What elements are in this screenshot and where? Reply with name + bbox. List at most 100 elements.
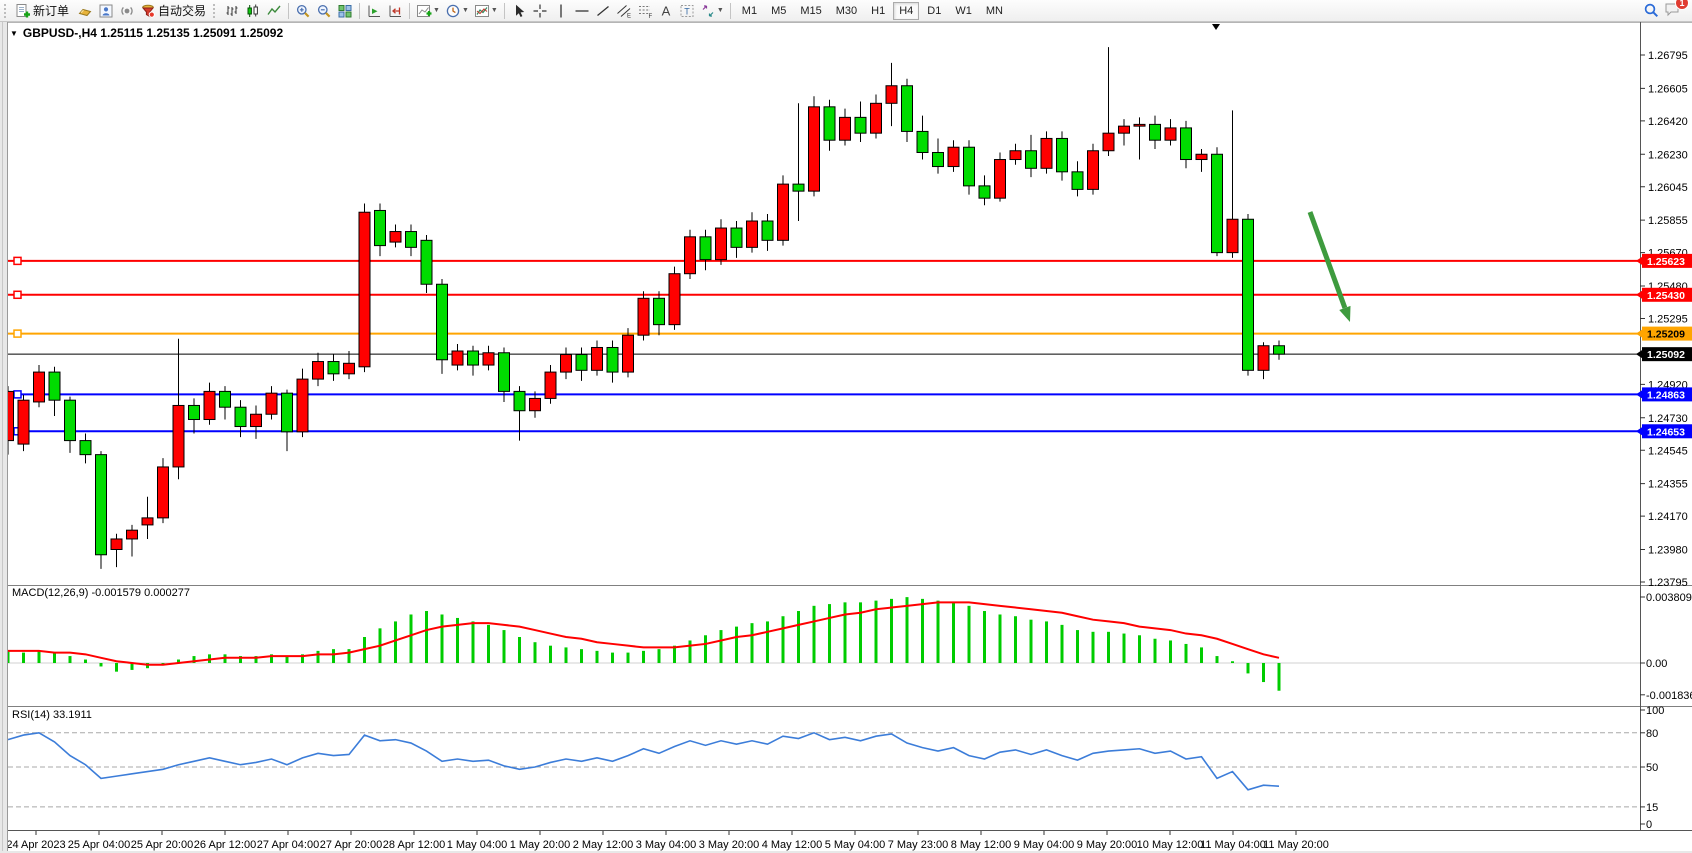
svg-text:7 May 23:00: 7 May 23:00 [888, 839, 949, 851]
cursor-arrow-icon [511, 3, 527, 19]
macd-indicator-label: MACD(12,26,9) -0.001579 0.000277 [12, 587, 190, 599]
signals-icon [119, 3, 135, 19]
svg-text:1.25092: 1.25092 [1647, 349, 1685, 361]
tile-windows-button[interactable] [335, 1, 355, 21]
timeframe-button-H4[interactable]: H4 [893, 2, 919, 20]
trendline-button[interactable] [593, 1, 613, 21]
gold-tool-button[interactable] [75, 1, 95, 21]
line-handle [14, 330, 21, 337]
svg-text:8 May 12:00: 8 May 12:00 [951, 839, 1012, 851]
profile-icon [98, 3, 114, 19]
chart-title: ▼ GBPUSD-,H4 1.25115 1.25135 1.25091 1.2… [10, 26, 283, 40]
svg-text:10 May 12:00: 10 May 12:00 [1137, 839, 1204, 851]
svg-text:3 May 20:00: 3 May 20:00 [699, 839, 760, 851]
svg-text:4 May 12:00: 4 May 12:00 [762, 839, 823, 851]
toolbar-separator [409, 3, 410, 19]
equidistant-channel-icon: E [616, 3, 632, 19]
auto-scroll-button[interactable] [364, 1, 384, 21]
price-chart-canvas[interactable]: 1.267951.266051.264201.262301.260451.258… [0, 22, 1692, 853]
svg-text:80: 80 [1646, 728, 1658, 740]
line-chart-icon [266, 3, 282, 19]
chart-title-text: GBPUSD-,H4 1.25115 1.25135 1.25091 1.250… [23, 26, 283, 40]
zoom-in-icon [295, 3, 311, 19]
cursor-button[interactable] [509, 1, 529, 21]
indicators-button[interactable]: ▼ [414, 1, 442, 21]
dropdown-caret-icon: ▼ [717, 7, 724, 14]
text-label-icon: T [679, 3, 695, 19]
svg-text:1.23980: 1.23980 [1648, 545, 1688, 557]
text-label-button[interactable]: T [677, 1, 697, 21]
timeframe-button-M1[interactable]: M1 [736, 2, 763, 20]
notification-badge[interactable]: 1 [1675, 0, 1689, 10]
svg-text:1.25430: 1.25430 [1647, 290, 1685, 302]
candlestick-chart-button[interactable] [243, 1, 263, 21]
timeframe-button-M15[interactable]: M15 [794, 2, 827, 20]
template-chart-icon [474, 3, 490, 19]
signals-button[interactable] [117, 1, 137, 21]
svg-text:3 May 04:00: 3 May 04:00 [636, 839, 697, 851]
svg-text:27 Apr 04:00: 27 Apr 04:00 [257, 839, 319, 851]
chart-window: 1.267951.266051.264201.262301.260451.258… [0, 22, 1692, 853]
timeframe-button-W1[interactable]: W1 [949, 2, 978, 20]
timeframe-button-M30[interactable]: M30 [830, 2, 863, 20]
timeframe-group: M1M5M15M30H1H4D1W1MN [735, 2, 1010, 20]
svg-text:E: E [627, 13, 631, 19]
svg-text:1.25855: 1.25855 [1648, 215, 1688, 227]
crosshair-icon [532, 3, 548, 19]
chart-shift-button[interactable] [385, 1, 405, 21]
arrows-shapes-icon [700, 3, 716, 19]
bar-chart-icon [224, 3, 240, 19]
line-chart-button[interactable] [264, 1, 284, 21]
templates-button[interactable]: ▼ [472, 1, 500, 21]
toolbar-separator [504, 3, 505, 19]
new-order-label: 新订单 [31, 2, 72, 19]
arrows-shapes-button[interactable]: ▼ [698, 1, 726, 21]
search-button[interactable] [1641, 1, 1662, 21]
rsi-indicator-label: RSI(14) 33.1911 [12, 709, 92, 721]
periods-button[interactable]: ▼ [443, 1, 471, 21]
svg-text:1 May 04:00: 1 May 04:00 [447, 839, 508, 851]
timeframe-button-D1[interactable]: D1 [921, 2, 947, 20]
svg-text:1 May 20:00: 1 May 20:00 [510, 839, 571, 851]
text-button[interactable]: A [656, 1, 676, 21]
svg-text:9 May 20:00: 9 May 20:00 [1077, 839, 1138, 851]
svg-text:1.26605: 1.26605 [1648, 83, 1688, 95]
dropdown-caret-icon: ▼ [462, 7, 469, 14]
fibonacci-icon: F [637, 3, 653, 19]
fibonacci-button[interactable]: F [635, 1, 655, 21]
crosshair-button[interactable] [530, 1, 550, 21]
svg-text:100: 100 [1646, 705, 1664, 717]
svg-text:11 May 04:00: 11 May 04:00 [1200, 839, 1266, 851]
svg-text:1.25623: 1.25623 [1647, 256, 1685, 268]
text-a-icon: A [658, 3, 674, 19]
dropdown-caret-icon: ▼ [433, 7, 440, 14]
profile-button[interactable] [96, 1, 116, 21]
timeframe-button-MN[interactable]: MN [980, 2, 1009, 20]
auto-trading-button[interactable]: 自动交易 [138, 1, 211, 21]
new-order-button[interactable]: 新订单 [13, 1, 74, 21]
zoom-out-button[interactable] [314, 1, 334, 21]
indicators-icon [416, 3, 432, 19]
svg-text:15: 15 [1646, 802, 1658, 814]
svg-text:24 Apr 2023: 24 Apr 2023 [6, 839, 65, 851]
main-toolbar: 新订单 自动交易 [0, 0, 1692, 22]
svg-text:F: F [648, 14, 652, 19]
search-icon [1643, 2, 1660, 19]
svg-text:T: T [684, 6, 690, 16]
timeframe-button-M5[interactable]: M5 [765, 2, 792, 20]
zoom-in-button[interactable] [293, 1, 313, 21]
horizontal-line-icon [574, 3, 590, 19]
vertical-line-button[interactable] [551, 1, 571, 21]
equidistant-channel-button[interactable]: E [614, 1, 634, 21]
toolbar-separator [288, 3, 289, 19]
timeframe-button-H1[interactable]: H1 [865, 2, 891, 20]
svg-text:5 May 04:00: 5 May 04:00 [825, 839, 886, 851]
svg-text:1.26420: 1.26420 [1648, 116, 1688, 128]
svg-text:1.25295: 1.25295 [1648, 314, 1688, 326]
svg-text:1.24730: 1.24730 [1648, 413, 1688, 425]
window-menu-icon[interactable]: ▼ [10, 29, 18, 38]
svg-text:A: A [662, 3, 671, 18]
bar-chart-button[interactable] [222, 1, 242, 21]
horizontal-line-button[interactable] [572, 1, 592, 21]
svg-text:1.24653: 1.24653 [1647, 426, 1685, 438]
